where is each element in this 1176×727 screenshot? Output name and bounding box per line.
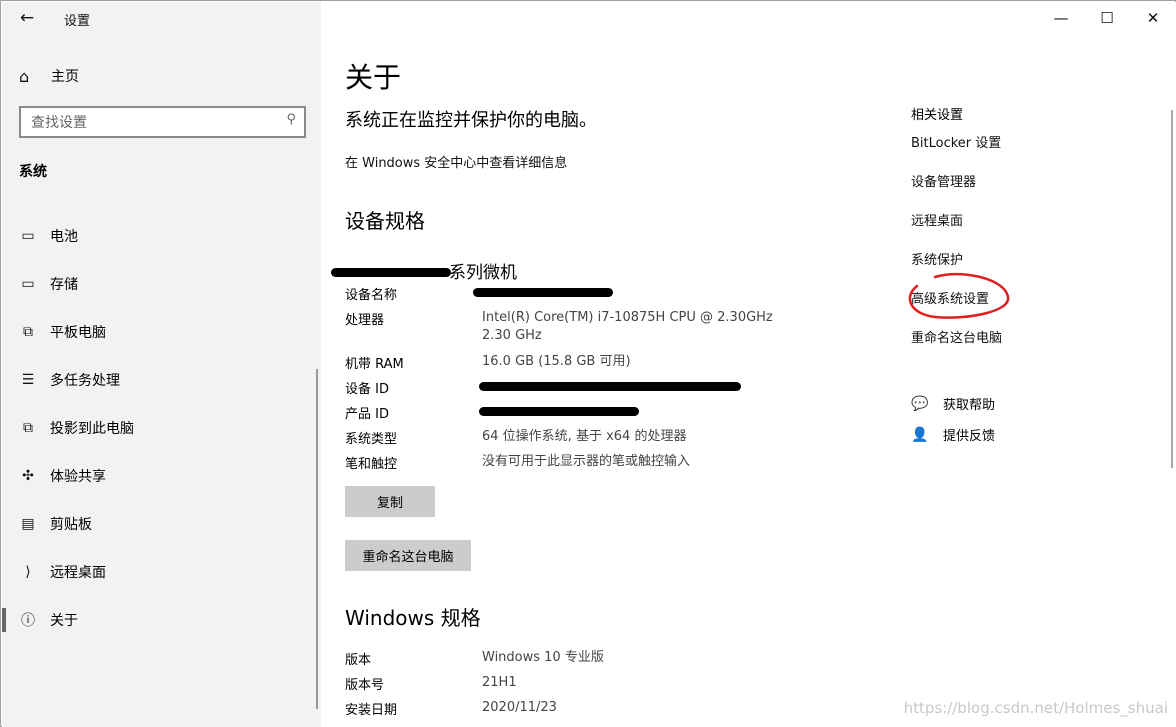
spec-key: 安装日期 (345, 703, 398, 718)
section-title: 系统 (19, 164, 47, 180)
windows-specs-heading: Windows 规格 (345, 606, 481, 630)
sidebar-item-storage[interactable]: ▭ 存储 (2, 260, 321, 308)
home-link[interactable]: ⌂ 主页 (19, 65, 79, 87)
sidebar-item-project[interactable]: ⧉ 投影到此电脑 (2, 404, 321, 452)
feedback-icon: 👤 (911, 426, 929, 443)
spec-value: 2020/11/23 (482, 700, 557, 715)
sidebar: ← 设置 ⌂ 主页 ⚲ 系统 ▭ 电池 ▭ 存储 ⧉ 平板电脑 ☰ 多任务处理 ⧉ 投影到… (2, 2, 321, 727)
sidebar-item-label: 剪贴板 (50, 517, 92, 533)
rename-pc-button[interactable]: 重命名这台电脑 (345, 540, 471, 571)
spec-value: Intel(R) Core(TM) i7-10875H CPU @ 2.30GH… (482, 310, 773, 343)
sidebar-item-label: 平板电脑 (50, 325, 106, 341)
minimize-button[interactable]: — (1038, 2, 1084, 34)
sidebar-item-label: 远程桌面 (50, 565, 106, 581)
home-icon: ⌂ (19, 66, 30, 86)
feedback-label: 提供反馈 (943, 429, 996, 444)
maximize-button[interactable]: ☐ (1084, 2, 1130, 34)
window-controls: — ☐ ✕ (1038, 2, 1176, 34)
help-chat-icon: 💬 (911, 395, 929, 412)
device-specs-heading: 设备规格 (345, 209, 425, 233)
search-input[interactable] (29, 112, 273, 134)
search-box[interactable]: ⚲ (19, 106, 306, 138)
sidebar-item-multitask[interactable]: ☰ 多任务处理 (2, 356, 321, 404)
sidebar-item-remote[interactable]: ⟩ 远程桌面 (2, 548, 321, 596)
spec-key: 机带 RAM (345, 357, 404, 372)
tablet-icon: ⧉ (23, 324, 33, 340)
project-icon: ⧉ (23, 420, 33, 436)
spec-value: Windows 10 专业版 (482, 650, 604, 665)
title-bar: ← 设置 (2, 2, 321, 36)
multitask-icon: ☰ (21, 372, 35, 388)
sidebar-item-label: 电池 (50, 229, 78, 245)
help-label: 获取帮助 (943, 398, 996, 413)
sidebar-nav: ▭ 电池 ▭ 存储 ⧉ 平板电脑 ☰ 多任务处理 ⧉ 投影到此电脑 ✣ 体验共享 ▤ 剪贴板 … (2, 212, 321, 644)
redaction-mark (479, 407, 639, 416)
device-manager-link[interactable]: 设备管理器 (911, 171, 976, 190)
main-scrollbar[interactable] (1171, 110, 1173, 468)
back-arrow-icon[interactable]: ← (16, 8, 38, 28)
page-title: 关于 (345, 61, 402, 94)
spec-key: 处理器 (345, 313, 385, 328)
spec-value: 没有可用于此显示器的笔或触控输入 (482, 454, 691, 469)
sidebar-item-label: 存储 (50, 277, 78, 293)
redaction-mark (331, 268, 451, 277)
spec-key: 系统类型 (345, 432, 398, 447)
search-icon[interactable]: ⚲ (286, 112, 296, 127)
sidebar-scrollbar[interactable] (316, 369, 318, 709)
sidebar-item-label: 关于 (50, 613, 78, 629)
watermark: https://blog.csdn.net/Holmes_shuai (903, 699, 1168, 717)
redaction-mark (473, 288, 613, 297)
storage-icon: ▭ (21, 276, 35, 292)
info-icon: ⓘ (21, 613, 35, 629)
sidebar-item-about[interactable]: ⓘ 关于 (2, 596, 321, 644)
close-button[interactable]: ✕ (1130, 2, 1176, 34)
battery-icon: ▭ (21, 228, 35, 244)
app-title: 设置 (64, 14, 91, 29)
spec-key: 产品 ID (345, 407, 389, 422)
remote-icon: ⟩ (25, 564, 31, 580)
spec-key: 版本号 (345, 678, 385, 693)
spec-key: 笔和触控 (345, 457, 398, 472)
sidebar-item-clipboard[interactable]: ▤ 剪贴板 (2, 500, 321, 548)
spec-key: 设备 ID (345, 382, 389, 397)
feedback-link[interactable]: 👤 提供反馈 (911, 425, 996, 445)
share-icon: ✣ (22, 468, 34, 484)
related-settings-title: 相关设置 (911, 108, 964, 123)
spec-value: 16.0 GB (15.8 GB 可用) (482, 354, 631, 369)
spec-key: 设备名称 (345, 288, 398, 303)
settings-window: ← 设置 ⌂ 主页 ⚲ 系统 ▭ 电池 ▭ 存储 ⧉ 平板电脑 ☰ 多任务处理 ⧉ 投影到… (0, 0, 1176, 727)
sidebar-item-tablet[interactable]: ⧉ 平板电脑 (2, 308, 321, 356)
sidebar-item-label: 体验共享 (50, 469, 106, 485)
system-protection-link[interactable]: 系统保护 (911, 249, 963, 268)
sidebar-item-label: 多任务处理 (50, 373, 120, 389)
copy-button[interactable]: 复制 (345, 486, 435, 517)
get-help-link[interactable]: 💬 获取帮助 (911, 394, 996, 414)
spec-key: 版本 (345, 653, 372, 668)
device-model: 系列微机 (449, 263, 517, 283)
home-label: 主页 (51, 69, 79, 85)
spec-value: 21H1 (482, 675, 517, 690)
rename-pc-link[interactable]: 重命名这台电脑 (911, 327, 1002, 346)
sidebar-item-label: 投影到此电脑 (50, 421, 134, 437)
bitlocker-link[interactable]: BitLocker 设置 (911, 132, 1001, 151)
redaction-mark (479, 382, 741, 391)
main-pane: — ☐ ✕ 关于 系统正在监控并保护你的电脑。 在 Windows 安全中心中查… (321, 2, 1176, 727)
advanced-system-settings-link[interactable]: 高级系统设置 (911, 288, 989, 307)
remote-desktop-link[interactable]: 远程桌面 (911, 210, 963, 229)
protection-status: 系统正在监控并保护你的电脑。 (345, 110, 597, 131)
sidebar-item-share[interactable]: ✣ 体验共享 (2, 452, 321, 500)
spec-value: 64 位操作系统, 基于 x64 的处理器 (482, 429, 687, 444)
sidebar-item-battery[interactable]: ▭ 电池 (2, 212, 321, 260)
security-center-link[interactable]: 在 Windows 安全中心中查看详细信息 (345, 152, 567, 171)
clipboard-icon: ▤ (21, 516, 35, 532)
